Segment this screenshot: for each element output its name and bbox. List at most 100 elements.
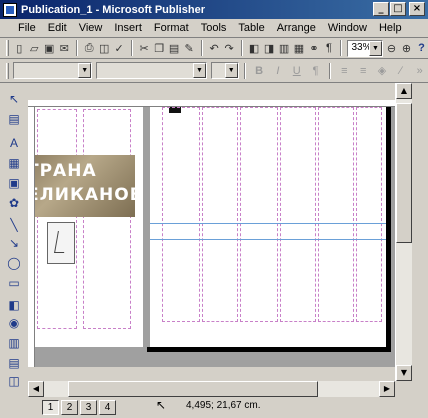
banner-image[interactable]: ТРАНА ЕЛИКАНОВ xyxy=(35,155,143,217)
columns-icon[interactable]: ▥ xyxy=(278,40,291,56)
menu-window[interactable]: Window xyxy=(328,22,367,34)
menu-format[interactable]: Format xyxy=(154,22,189,34)
special-characters-icon[interactable]: ¶ xyxy=(322,40,335,56)
standard-toolbar: ▯ ▱ ▣ ✉ ⎙ ◫ ✓ ✂ ❐ ▤ ✎ ↶ ↷ ◧ ◨ ▥ ▦ ⚭ ¶ 33… xyxy=(0,38,428,59)
undo-icon[interactable]: ↶ xyxy=(208,40,221,56)
column-guide xyxy=(280,107,316,322)
new-document-icon[interactable]: ▯ xyxy=(13,40,26,56)
menu-help[interactable]: Help xyxy=(379,22,402,34)
toolbar-separator xyxy=(240,40,243,56)
italic-button[interactable]: I xyxy=(270,63,287,79)
form-control-tool-icon[interactable]: ▥ xyxy=(6,335,22,351)
more-options-icon[interactable]: » xyxy=(411,63,428,79)
publication-workspace[interactable]: ТРАНА ЕЛИКАНОВ xyxy=(35,107,395,367)
vertical-scroll-thumb[interactable] xyxy=(396,103,412,243)
page-navigator-3[interactable]: 3 xyxy=(80,400,97,415)
toolbar-separator xyxy=(328,62,331,79)
chevron-down-icon[interactable]: ▼ xyxy=(224,63,238,78)
clip-art-tool-icon[interactable]: ✿ xyxy=(6,195,22,211)
font-size-combo[interactable]: ▼ xyxy=(210,62,239,79)
page-shadow xyxy=(147,347,391,352)
bring-forward-icon[interactable]: ◧ xyxy=(248,40,261,56)
zoom-out-icon[interactable]: ⊖ xyxy=(385,40,398,56)
copy-icon[interactable]: ❐ xyxy=(153,40,166,56)
arrow-tool-icon[interactable]: ↘ xyxy=(6,235,22,251)
chevron-down-icon[interactable]: ▼ xyxy=(192,63,206,78)
send-backward-icon[interactable]: ◨ xyxy=(263,40,276,56)
rectangle-tool-icon[interactable]: ▭ xyxy=(6,275,22,291)
chevron-down-icon[interactable]: ▼ xyxy=(368,40,382,56)
print-icon[interactable]: ⎙ xyxy=(83,40,96,56)
illustration-frame[interactable] xyxy=(47,222,75,264)
column-guide xyxy=(83,109,131,329)
column-guide xyxy=(240,107,278,322)
insert-table-icon[interactable]: ▦ xyxy=(293,40,306,56)
left-page[interactable]: ТРАНА ЕЛИКАНОВ xyxy=(35,107,143,347)
line-color-icon[interactable]: ∕ xyxy=(392,63,409,79)
zoom-combo[interactable]: 33% ▼ xyxy=(347,39,383,57)
autoshapes-tool-icon[interactable]: ◧ xyxy=(6,297,22,313)
maximize-button[interactable]: □ xyxy=(390,2,406,16)
right-page[interactable] xyxy=(150,107,386,347)
spelling-icon[interactable]: ✓ xyxy=(113,40,126,56)
banner-title-line1: ТРАНА xyxy=(35,161,97,181)
page-navigator-4[interactable]: 4 xyxy=(99,400,116,415)
menu-insert[interactable]: Insert xyxy=(114,22,142,34)
line-tool-icon[interactable]: ╲ xyxy=(6,217,22,233)
page-navigator-1[interactable]: 1 xyxy=(42,400,59,415)
hyperlink-icon[interactable]: ⚭ xyxy=(308,40,321,56)
picture-tool-icon[interactable]: ▣ xyxy=(6,175,22,191)
scroll-up-icon[interactable]: ▲ xyxy=(396,83,412,99)
zoom-in-icon[interactable]: ⊕ xyxy=(400,40,413,56)
design-gallery-tool-icon[interactable]: ◫ xyxy=(6,373,22,389)
vertical-scrollbar[interactable]: ▲ ▼ xyxy=(395,83,412,381)
horizontal-scrollbar[interactable]: ◀ ▶ xyxy=(28,381,395,397)
html-fragment-tool-icon[interactable]: ▤ xyxy=(6,355,22,371)
menu-table[interactable]: Table xyxy=(238,22,264,34)
scroll-down-icon[interactable]: ▼ xyxy=(396,365,412,381)
horizontal-scroll-thumb[interactable] xyxy=(68,381,318,397)
toolbar-grip[interactable] xyxy=(6,62,9,79)
menu-edit[interactable]: Edit xyxy=(48,22,67,34)
toolbar-separator xyxy=(243,62,246,79)
mail-icon[interactable]: ✉ xyxy=(58,40,71,56)
oval-tool-icon[interactable]: ◯ xyxy=(6,255,22,271)
align-center-icon[interactable]: ≡ xyxy=(355,63,372,79)
page-navigator-2[interactable]: 2 xyxy=(61,400,78,415)
cut-icon[interactable]: ✂ xyxy=(138,40,151,56)
menu-arrange[interactable]: Arrange xyxy=(277,22,316,34)
bold-button[interactable]: B xyxy=(251,63,268,79)
save-icon[interactable]: ▣ xyxy=(43,40,56,56)
publisher-app-icon[interactable] xyxy=(3,2,17,17)
menu-file[interactable]: File xyxy=(18,22,36,34)
menu-tools[interactable]: Tools xyxy=(201,22,227,34)
scroll-left-icon[interactable]: ◀ xyxy=(28,381,44,397)
objects-toolbar: ↖ ▤ A ▦ ▣ ✿ ╲ ↘ ◯ ▭ ◧ ◉ ▥ ▤ ◫ xyxy=(0,83,28,397)
scroll-right-icon[interactable]: ▶ xyxy=(379,381,395,397)
close-button[interactable]: × xyxy=(409,2,425,16)
help-icon[interactable]: ? xyxy=(415,40,428,56)
paste-icon[interactable]: ▤ xyxy=(168,40,181,56)
chevron-down-icon[interactable]: ▼ xyxy=(78,63,92,78)
underline-button[interactable]: U xyxy=(288,63,305,79)
menu-view[interactable]: View xyxy=(79,22,103,34)
font-combo[interactable]: ▼ xyxy=(96,62,207,79)
format-painter-icon[interactable]: ✎ xyxy=(183,40,196,56)
text-box-tool-icon[interactable]: ▤ xyxy=(6,111,22,127)
illustration-drawing xyxy=(54,231,68,253)
open-folder-icon[interactable]: ▱ xyxy=(28,40,41,56)
align-left-icon[interactable]: ≡ xyxy=(336,63,353,79)
style-combo[interactable]: ▼ xyxy=(12,62,93,79)
paragraph-icon[interactable]: ¶ xyxy=(307,63,324,79)
pointer-tool-icon[interactable]: ↖ xyxy=(6,91,22,107)
wordart-tool-icon[interactable]: A xyxy=(6,135,22,151)
minimize-button[interactable]: _ xyxy=(373,2,389,16)
redo-icon[interactable]: ↷ xyxy=(223,40,236,56)
vertical-ruler[interactable] xyxy=(28,107,35,367)
fill-color-icon[interactable]: ◈ xyxy=(374,63,391,79)
toolbar-grip[interactable] xyxy=(6,40,9,56)
table-tool-icon[interactable]: ▦ xyxy=(6,155,22,171)
print-preview-icon[interactable]: ◫ xyxy=(98,40,111,56)
hotspot-tool-icon[interactable]: ◉ xyxy=(6,315,22,331)
horizontal-ruler[interactable] xyxy=(28,100,395,107)
